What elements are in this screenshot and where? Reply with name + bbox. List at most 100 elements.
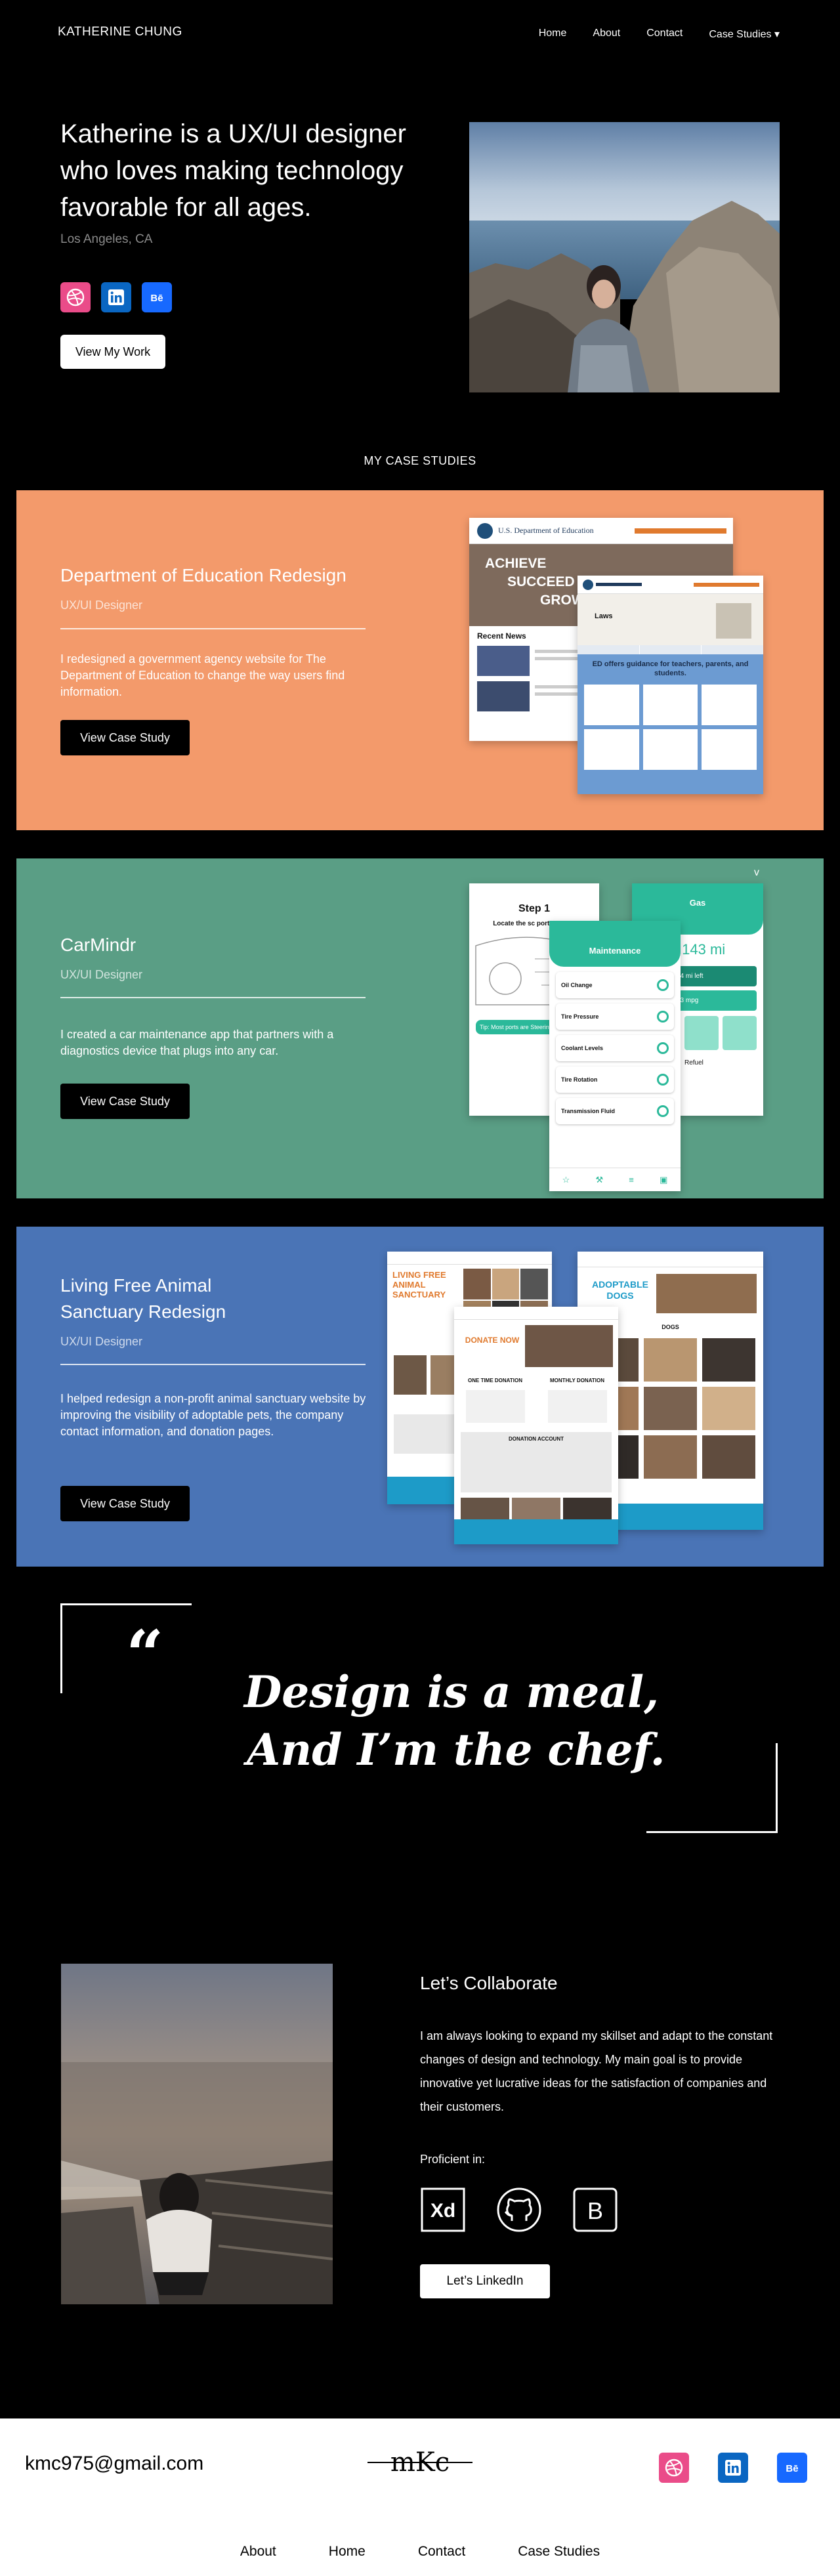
b-label: B <box>587 2197 603 2224</box>
maintenance-item: Tire Rotation <box>561 1076 598 1083</box>
quote-line-1: Design is a meal, <box>244 1666 660 1718</box>
case-description: I created a car maintenance app that par… <box>60 1028 334 1057</box>
case-card-living-free: Living Free Animal Sanctuary Redesign UX… <box>16 1227 824 1567</box>
view-case-study-button[interactable]: View Case Study <box>60 1084 190 1119</box>
quote-frame-bottom <box>646 1831 778 1833</box>
living-free-donate-mockup: DONATE NOW ONE TIME DONATION MONTHLY DON… <box>454 1307 618 1544</box>
collab-photo <box>61 1964 333 2304</box>
view-case-study-button[interactable]: View Case Study <box>60 720 190 755</box>
case-studies-heading: MY CASE STUDIES <box>364 454 476 467</box>
refuel: Refuel <box>684 1059 704 1066</box>
case-divider <box>60 997 366 998</box>
behance-icon[interactable]: Bē <box>142 282 172 312</box>
top-nav: KATHERINE CHUNG Home About Contact Case … <box>0 0 840 66</box>
chevron-down-icon[interactable]: v <box>754 867 759 879</box>
linkedin-icon[interactable] <box>718 2453 748 2483</box>
living-free-hero-text: LIVING FREE ANIMAL SANCTUARY <box>392 1270 446 1299</box>
quote-frame-left <box>60 1603 62 1693</box>
case-role: UX/UI Designer <box>60 1335 143 1348</box>
xd-label: Xd <box>430 2200 455 2222</box>
brand-name[interactable]: KATHERINE CHUNG <box>58 25 182 39</box>
maintenance-item: Oil Change <box>561 982 593 988</box>
footer-link-about[interactable]: About <box>240 2544 276 2560</box>
quote-mark-icon: “ <box>126 1616 164 1693</box>
hero-photo <box>469 122 780 392</box>
view-case-study-button[interactable]: View Case Study <box>60 1486 190 1521</box>
donation-account: DONATION ACCOUNT <box>509 1436 564 1442</box>
footer-email[interactable]: kmc975@gmail.com <box>25 2453 203 2475</box>
case-divider <box>60 1364 366 1365</box>
case-title: Department of Education Redesign <box>60 565 346 585</box>
github-icon <box>496 2187 542 2233</box>
case-title: Living Free Animal Sanctuary Redesign <box>60 1275 226 1322</box>
mpg: 33 mpg <box>671 990 757 1011</box>
hero-line: SUCCEED <box>507 574 575 589</box>
doe-laws-title: Laws <box>595 612 613 620</box>
donate-now-title: DONATE NOW <box>465 1336 520 1345</box>
footer-link-case-studies[interactable]: Case Studies <box>518 2544 600 2560</box>
app-tab-bar: ☆ ⚒ ≡ ▣ <box>549 1168 681 1191</box>
maintenance-item: Transmission Fluid <box>561 1108 616 1114</box>
one-time-donation: ONE TIME DONATION <box>468 1378 522 1383</box>
behance-icon[interactable]: Bē <box>777 2453 807 2483</box>
dribbble-icon[interactable] <box>60 282 91 312</box>
case-role: UX/UI Designer <box>60 599 143 612</box>
step-title: Step 1 <box>518 903 550 914</box>
doe-guidance: ED offers guidance for teachers, parents… <box>592 660 749 677</box>
nav-about[interactable]: About <box>593 28 620 41</box>
quote-line-2: And I’m the chef. <box>247 1724 665 1775</box>
hero-line: GROW <box>540 593 585 608</box>
case-role: UX/UI Designer <box>60 968 143 981</box>
quote-block: “ Design is a meal, And I’m the chef. <box>60 1603 778 1833</box>
footer-logo[interactable]: mKc <box>368 2441 472 2487</box>
case-title: CarMindr <box>60 935 136 955</box>
lets-linkedin-button[interactable]: Let’s LinkedIn <box>420 2264 550 2298</box>
page: KATHERINE CHUNG Home About Contact Case … <box>0 0 840 2576</box>
nav-contact[interactable]: Contact <box>646 28 682 41</box>
hero-title: Katherine is a UX/UI designer who loves … <box>60 119 406 222</box>
case-description: I redesigned a government agency website… <box>60 652 345 698</box>
doe-nav-bar <box>635 528 726 534</box>
tools-list: Xd B <box>420 2187 618 2233</box>
star-icon: ☆ <box>562 1174 570 1185</box>
monthly-donation: MONTHLY DONATION <box>550 1378 604 1383</box>
maintenance-item: Tire Pressure <box>561 1013 599 1020</box>
footer-link-contact[interactable]: Contact <box>418 2544 465 2560</box>
nav-case-studies[interactable]: Case Studies ▾ <box>709 28 780 41</box>
quote-frame-right <box>776 1743 778 1833</box>
quote-frame-top <box>60 1603 192 1605</box>
adobe-xd-icon: Xd <box>420 2187 466 2233</box>
gas-left: 24 mi left <box>671 966 757 986</box>
hero-socials: Bē <box>60 282 172 312</box>
doe-header: U.S. Department of Education <box>498 526 594 535</box>
hero-location: Los Angeles, CA <box>60 232 153 246</box>
logo-text: mKc <box>390 2447 450 2478</box>
dribbble-icon[interactable] <box>659 2453 689 2483</box>
maintenance-header: Maintenance <box>549 921 681 967</box>
list-icon: ≡ <box>629 1175 634 1185</box>
case-card-carmindr: CarMindr UX/UI Designer I created a car … <box>16 858 824 1198</box>
nav-links: Home About Contact Case Studies ▾ <box>539 28 780 41</box>
footer-socials: Bē <box>659 2453 807 2483</box>
car-icon: ▣ <box>660 1174 668 1185</box>
svg-text:Bē: Bē <box>150 293 163 304</box>
collab-title: Let’s Collaborate <box>420 1973 558 1993</box>
carmindr-maintenance-screen: Maintenance Oil Change Tire Pressure Coo… <box>549 921 681 1191</box>
footer: kmc975@gmail.com mKc Bē About Home Conta… <box>0 2418 840 2576</box>
linkedin-icon[interactable] <box>101 282 131 312</box>
hero-line: ACHIEVE <box>485 556 547 571</box>
case-description: I helped redesign a non-profit animal sa… <box>60 1392 366 1438</box>
svg-text:Bē: Bē <box>786 2463 798 2474</box>
seal-icon <box>477 522 493 539</box>
case-card-doe: Department of Education Redesign UX/UI D… <box>16 490 824 830</box>
footer-links: About Home Contact Case Studies <box>0 2544 840 2560</box>
proficient-label: Proficient in: <box>420 2153 486 2166</box>
case-divider <box>60 628 366 629</box>
view-my-work-button[interactable]: View My Work <box>60 335 165 369</box>
nav-home[interactable]: Home <box>539 28 567 41</box>
wrench-icon: ⚒ <box>595 1174 604 1185</box>
footer-link-home[interactable]: Home <box>329 2544 366 2560</box>
doe-laws-mockup: Laws ED offers guidance for teachers, pa… <box>578 576 763 794</box>
bootstrap-icon: B <box>572 2187 618 2233</box>
maintenance-item: Coolant Levels <box>561 1045 604 1051</box>
